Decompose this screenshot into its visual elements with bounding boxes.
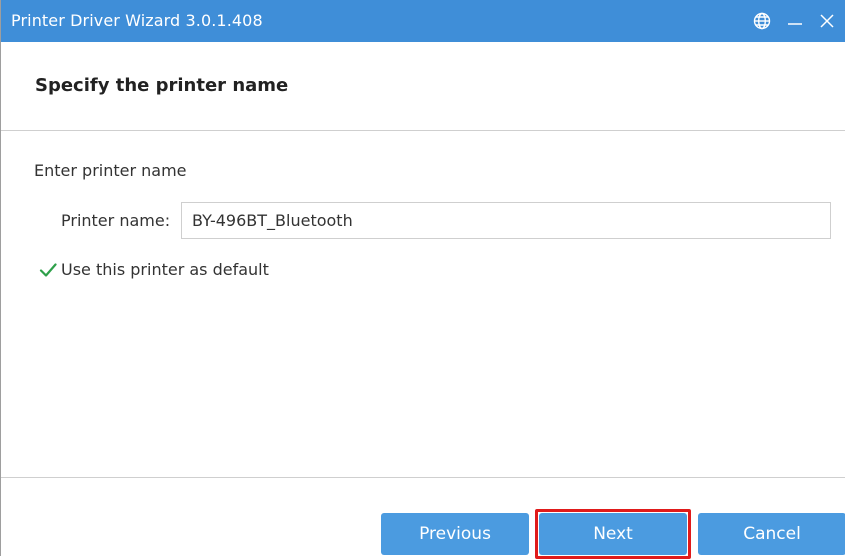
wizard-header: Specify the printer name <box>1 42 845 131</box>
window-title: Printer Driver Wizard 3.0.1.408 <box>11 11 263 30</box>
previous-button[interactable]: Previous <box>381 513 529 555</box>
cancel-button[interactable]: Cancel <box>698 513 845 555</box>
default-printer-checkbox-row[interactable]: Use this printer as default <box>39 260 269 279</box>
next-button[interactable]: Next <box>539 513 687 555</box>
default-printer-label: Use this printer as default <box>61 260 269 279</box>
page-title: Specify the printer name <box>35 75 289 96</box>
section-label: Enter printer name <box>34 161 187 180</box>
title-bar: Printer Driver Wizard 3.0.1.408 <box>1 0 845 42</box>
printer-name-input[interactable] <box>181 202 831 239</box>
printer-driver-wizard-window: Printer Driver Wizard 3.0.1.408 Specify … <box>0 0 845 559</box>
default-printer-checkbox[interactable] <box>39 261 57 279</box>
printer-name-label: Printer name: <box>61 211 171 230</box>
globe-icon[interactable] <box>749 8 775 34</box>
checkmark-icon <box>39 262 57 277</box>
close-icon[interactable] <box>815 8 839 34</box>
minimize-icon[interactable] <box>783 8 807 34</box>
wizard-footer: Previous Next Cancel <box>1 477 845 559</box>
